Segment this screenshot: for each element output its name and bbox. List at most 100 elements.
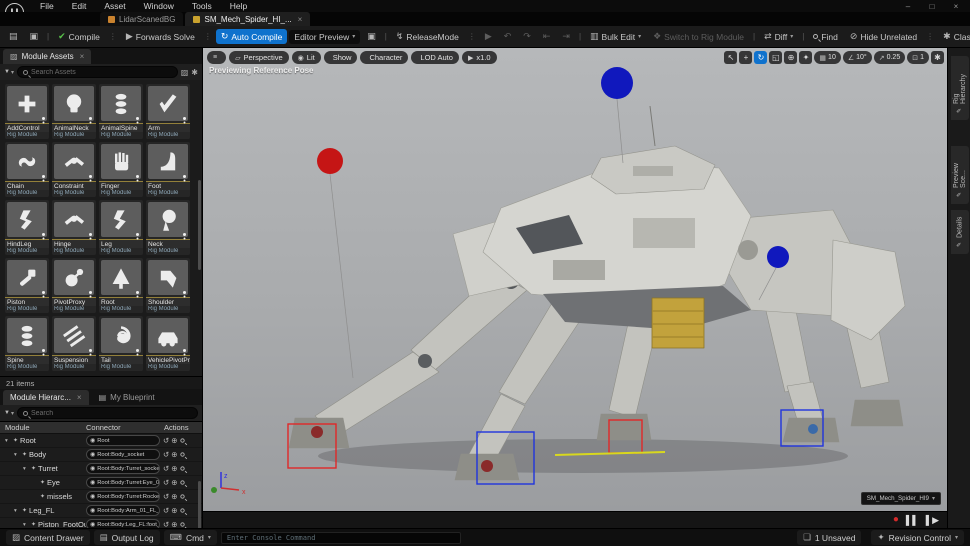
- reset-connector-button[interactable]: ↺: [163, 506, 169, 515]
- module-hierarchy-row[interactable]: ▾ ✦ Leg_FL ◉ Root:Body:Arm_01_FL_sock ↺ …: [0, 504, 202, 518]
- module-asset-tile[interactable]: Spine Rig Module: [5, 316, 49, 371]
- module-asset-tile[interactable]: AnimalSpine Rig Module: [99, 84, 143, 139]
- hide-unrelated-button[interactable]: ⊘ Hide Unrelated: [845, 29, 922, 44]
- settings-gear-icon[interactable]: ✱: [191, 68, 198, 77]
- module-asset-tile[interactable]: AnimalNeck Rig Module: [52, 84, 96, 139]
- nav-start-button[interactable]: ⇤: [538, 29, 556, 44]
- menu-item[interactable]: File: [32, 0, 62, 12]
- module-asset-tile[interactable]: Suspension Rig Module: [52, 316, 96, 371]
- expand-caret-icon[interactable]: ▾: [23, 522, 29, 528]
- release-options-icon[interactable]: ⋮: [466, 32, 478, 41]
- add-connector-button[interactable]: ⊕: [171, 436, 177, 445]
- menu-item[interactable]: Edit: [64, 0, 95, 12]
- nav-end-button[interactable]: ⇥: [557, 29, 575, 44]
- release-mode-button[interactable]: ↯ ReleaseMode: [391, 29, 464, 44]
- class-settings-button[interactable]: ✱Class Settings: [938, 29, 970, 44]
- maximize-button[interactable]: □: [922, 0, 942, 12]
- module-asset-tile[interactable]: Chain Rig Module: [5, 142, 49, 197]
- solve-options-icon[interactable]: ⋮: [202, 32, 214, 41]
- find-button[interactable]: Find: [808, 30, 843, 44]
- add-connector-button[interactable]: ⊕: [171, 478, 177, 487]
- tab-module-hierarchy[interactable]: Module Hierarc... ×: [3, 390, 89, 405]
- close-panel-icon[interactable]: ×: [80, 52, 85, 61]
- reset-connector-button[interactable]: ↺: [163, 464, 169, 473]
- module-asset-tile[interactable]: PivotProxy Rig Module: [52, 258, 96, 313]
- snap-setting-button[interactable]: ▦ 10: [814, 51, 841, 64]
- module-asset-tile[interactable]: Neck Rig Module: [146, 200, 190, 255]
- assets-scrollbar[interactable]: [198, 180, 201, 270]
- module-asset-tile[interactable]: Hinge Rig Module: [52, 200, 96, 255]
- transform-tool-button[interactable]: ✦: [799, 51, 813, 64]
- pause-button[interactable]: ▌▌: [906, 515, 919, 525]
- folder-icon[interactable]: ▨: [181, 68, 189, 77]
- inspect-connector-button[interactable]: [179, 494, 185, 499]
- viewport-toolbar-button[interactable]: Show: [323, 51, 358, 64]
- output-log-button[interactable]: ▤ Output Log: [93, 530, 160, 545]
- module-asset-tile[interactable]: Shoulder Rig Module: [146, 258, 190, 313]
- forwards-solve-button[interactable]: ▶ Forwards Solve: [121, 29, 200, 44]
- reset-connector-button[interactable]: ↺: [163, 478, 169, 487]
- viewport-toolbar-button[interactable]: ▶ x1.0: [461, 51, 497, 64]
- module-asset-tile[interactable]: Foot Rig Module: [146, 142, 190, 197]
- module-hierarchy-row[interactable]: ▾ ✦ Turret ◉ Root:Body:Turret_socket ↺ ⊕: [0, 462, 202, 476]
- menu-item[interactable]: Tools: [184, 0, 220, 12]
- module-asset-tile[interactable]: HindLeg Rig Module: [5, 200, 49, 255]
- cmd-dropdown[interactable]: ⌨ Cmd ▾: [163, 530, 217, 545]
- inspect-connector-button[interactable]: [179, 522, 185, 527]
- viewport-toolbar-button[interactable]: Character: [360, 51, 409, 64]
- transform-tool-button[interactable]: ↖: [724, 51, 738, 64]
- viewport-settings-gear-icon[interactable]: ✱: [931, 51, 944, 64]
- transform-tool-button[interactable]: ◱: [769, 51, 783, 64]
- content-drawer-button[interactable]: ▨ Content Drawer: [6, 530, 90, 545]
- connector-pill[interactable]: ◉ Root:Body:Arm_01_FL_sock: [86, 505, 160, 516]
- reset-connector-button[interactable]: ↺: [163, 450, 169, 459]
- inspect-connector-button[interactable]: [179, 466, 185, 471]
- module-asset-tile[interactable]: Piston Rig Module: [5, 258, 49, 313]
- menu-item[interactable]: Asset: [96, 0, 133, 12]
- auto-compile-button[interactable]: ↻ Auto Compile: [215, 29, 288, 44]
- hierarchy-search-box[interactable]: [16, 407, 198, 419]
- connector-pill[interactable]: ◉ Root:Body:Turret:Eye_02_so: [86, 477, 160, 488]
- bulk-edit-dropdown[interactable]: ▥ Bulk Edit ▾: [585, 29, 646, 44]
- console-command-box[interactable]: [220, 531, 461, 544]
- connector-pill[interactable]: ◉ Root: [86, 435, 160, 446]
- module-asset-tile[interactable]: AddControl Rig Module: [5, 84, 49, 139]
- expand-caret-icon[interactable]: ▾: [5, 438, 11, 444]
- module-hierarchy-row[interactable]: ▾ ✦ Body ◉ Root:Body_socket ↺ ⊕: [0, 448, 202, 462]
- hide-options-icon[interactable]: ⋮: [924, 32, 936, 41]
- module-asset-tile[interactable]: VehiclePivotProxy Rig Module: [146, 316, 190, 371]
- console-command-input[interactable]: [226, 533, 455, 542]
- tab-preview-scene[interactable]: ✎ Preview Sce...: [951, 146, 969, 204]
- unsaved-button[interactable]: ❏ 1 Unsaved: [797, 530, 862, 545]
- close-panel-icon[interactable]: ×: [77, 393, 82, 402]
- viewport-toolbar-button[interactable]: ≡: [207, 51, 227, 64]
- add-connector-button[interactable]: ⊕: [171, 506, 177, 515]
- close-tab-icon[interactable]: ×: [298, 15, 303, 24]
- switch-to-rig-module-button[interactable]: ❖ Switch to Rig Module: [648, 29, 749, 44]
- transform-tool-button[interactable]: ↻: [754, 51, 768, 64]
- connector-pill[interactable]: ◉ Root:Body:Turret:RocketBa: [86, 491, 160, 502]
- snap-setting-button[interactable]: ∠ 10°: [842, 51, 872, 64]
- control-sphere-blue-top[interactable]: [601, 67, 633, 99]
- menu-item[interactable]: Help: [222, 0, 255, 12]
- inspect-connector-button[interactable]: [179, 438, 185, 443]
- module-asset-tile[interactable]: Constraint Rig Module: [52, 142, 96, 197]
- save-button[interactable]: ▤: [4, 29, 23, 44]
- expand-caret-icon[interactable]: ▾: [23, 466, 29, 472]
- inspect-connector-button[interactable]: [179, 508, 185, 513]
- add-connector-button[interactable]: ⊕: [171, 492, 177, 501]
- transform-tool-button[interactable]: +: [739, 51, 753, 64]
- module-asset-tile[interactable]: Tail Rig Module: [99, 316, 143, 371]
- snap-setting-button[interactable]: ↗ 0.25: [873, 51, 906, 64]
- filter-button[interactable]: ▼ ▾: [4, 69, 14, 76]
- hierarchy-search-input[interactable]: [30, 409, 192, 417]
- assets-search-input[interactable]: [30, 68, 172, 76]
- viewport-toolbar-button[interactable]: ◉ Lit: [291, 51, 321, 64]
- viewport-toolbar-button[interactable]: LOD Auto: [411, 51, 459, 64]
- diff-dropdown[interactable]: ⇄ Diff ▾: [759, 29, 798, 44]
- tab-lidarscanedbg[interactable]: LidarScanedBG: [100, 12, 184, 26]
- browse-button[interactable]: ▣: [25, 29, 44, 44]
- tab-rig-hierarchy[interactable]: ✎ Rig Hierarchy: [951, 56, 969, 120]
- control-sphere-blue-right[interactable]: [767, 246, 789, 268]
- preview-extra-button[interactable]: ▣: [362, 29, 381, 44]
